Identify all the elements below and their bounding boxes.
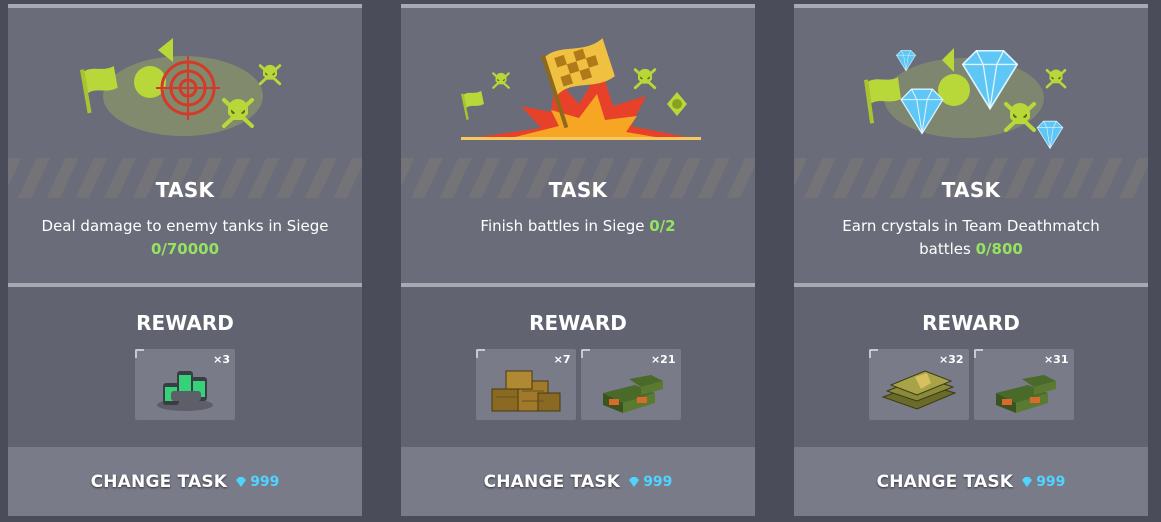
task-card-2: TASK Finish battles in Siege 0/2 REWARD … bbox=[401, 4, 755, 516]
price-value: 999 bbox=[250, 473, 280, 490]
reward-list: ×32 ×31 bbox=[794, 349, 1148, 420]
reward-count: ×21 bbox=[650, 353, 676, 366]
task-progress: 0/2 bbox=[649, 217, 676, 235]
crystal-icon bbox=[236, 476, 247, 487]
reward-count: ×7 bbox=[553, 353, 571, 366]
reward-item[interactable]: ×21 bbox=[580, 349, 681, 420]
reward-list: ×7 ×21 bbox=[401, 349, 755, 420]
reward-section: REWARD ×7 ×21 bbox=[401, 287, 755, 447]
reward-section: REWARD ×3 bbox=[8, 287, 362, 447]
reward-item[interactable]: ×32 bbox=[868, 349, 969, 420]
task-description-text: Finish battles in Siege bbox=[480, 217, 645, 235]
checkered-flag-explosion-art bbox=[401, 8, 755, 158]
reward-item[interactable]: ×31 bbox=[973, 349, 1074, 420]
reward-section: REWARD ×32 ×31 bbox=[794, 287, 1148, 447]
reward-item[interactable]: ×7 bbox=[475, 349, 576, 420]
task-description: Finish battles in Siege 0/2 bbox=[431, 215, 725, 238]
reward-count: ×32 bbox=[938, 353, 964, 366]
task-title: TASK bbox=[941, 178, 1001, 202]
task-description: Deal damage to enemy tanks in Siege 0/70… bbox=[38, 215, 332, 261]
reward-title: REWARD bbox=[529, 311, 627, 335]
task-progress: 0/800 bbox=[975, 240, 1023, 258]
task-title: TASK bbox=[548, 178, 608, 202]
change-task-button[interactable]: CHANGE TASK 999 bbox=[8, 447, 362, 516]
crystal-icon bbox=[629, 476, 640, 487]
task-progress: 0/70000 bbox=[150, 240, 220, 258]
reward-title: REWARD bbox=[136, 311, 234, 335]
task-title: TASK bbox=[155, 178, 215, 202]
crystal-icon bbox=[1022, 476, 1033, 487]
reward-title: REWARD bbox=[922, 311, 1020, 335]
reward-count: ×31 bbox=[1043, 353, 1069, 366]
reward-list: ×3 bbox=[8, 349, 362, 420]
reward-count: ×3 bbox=[213, 353, 230, 366]
reward-item[interactable]: ×3 bbox=[135, 349, 235, 420]
task-description: Earn crystals in Team Deathmatch battles… bbox=[824, 215, 1118, 261]
crystals-skull-art bbox=[794, 8, 1148, 158]
change-task-label: CHANGE TASK bbox=[876, 471, 1014, 492]
task-description-text: Deal damage to enemy tanks in Siege bbox=[41, 217, 329, 235]
change-task-label: CHANGE TASK bbox=[90, 471, 228, 492]
task-card-1: TASK Deal damage to enemy tanks in Siege… bbox=[8, 4, 362, 516]
change-task-button[interactable]: CHANGE TASK 999 bbox=[401, 447, 755, 516]
task-card-3: TASK Earn crystals in Team Deathmatch ba… bbox=[794, 4, 1148, 516]
price-value: 999 bbox=[643, 473, 673, 490]
change-task-button[interactable]: CHANGE TASK 999 bbox=[794, 447, 1148, 516]
change-task-label: CHANGE TASK bbox=[483, 471, 621, 492]
price: 999 bbox=[1021, 474, 1065, 490]
task-description-text: Earn crystals in Team Deathmatch battles bbox=[842, 217, 1100, 258]
price-value: 999 bbox=[1036, 473, 1066, 490]
target-skull-art bbox=[8, 8, 362, 158]
price: 999 bbox=[628, 474, 672, 490]
price: 999 bbox=[235, 474, 279, 490]
